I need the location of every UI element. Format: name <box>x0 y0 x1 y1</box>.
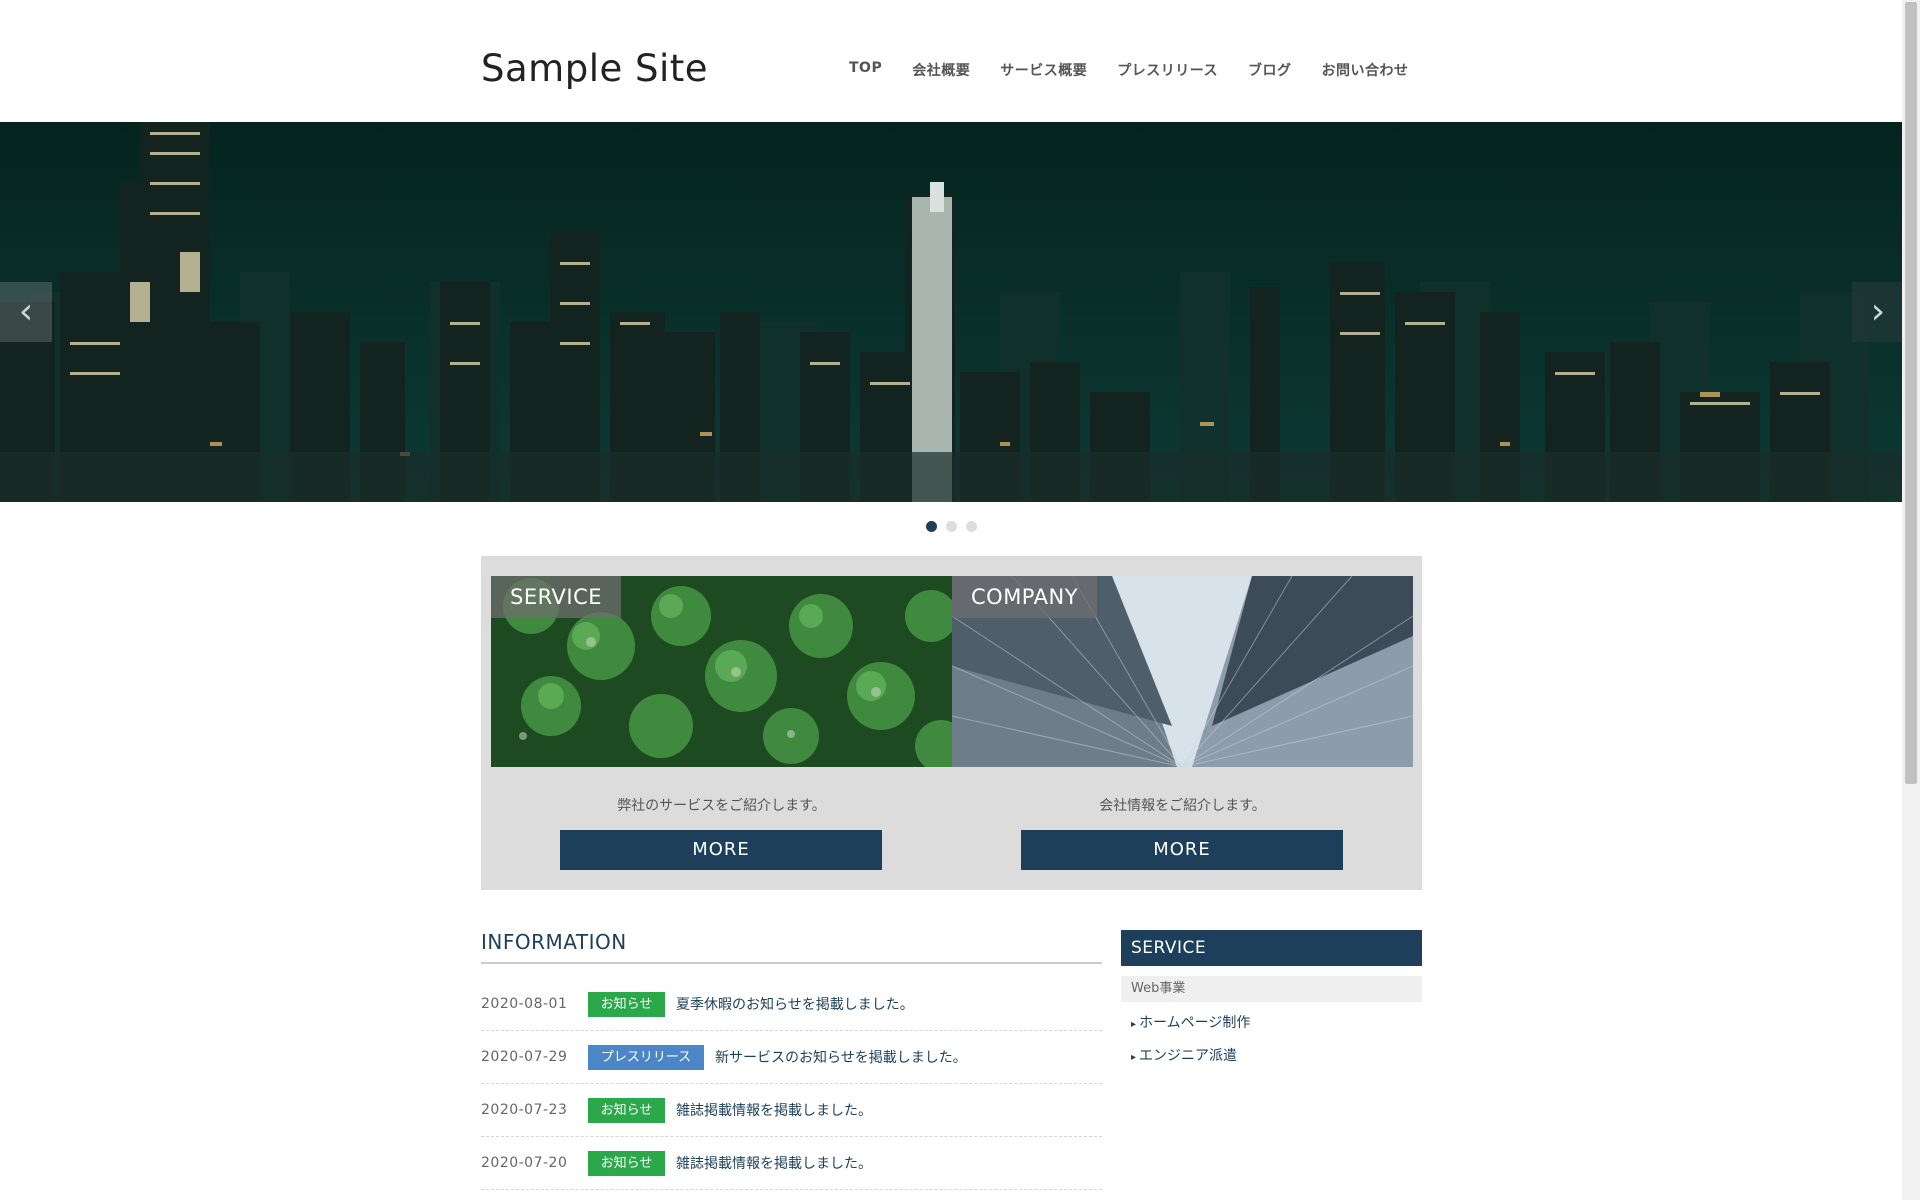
slider-dot-1[interactable] <box>926 521 937 532</box>
slider-next-button[interactable]: › <box>1852 282 1902 342</box>
info-link[interactable]: 雑誌掲載情報を掲載しました。 <box>676 1100 872 1120</box>
list-item: 2020-07-23 お知らせ 雑誌掲載情報を掲載しました。 <box>481 1084 1102 1137</box>
triangle-right-icon: ▸ <box>1131 1052 1137 1063</box>
list-item: 2020-07-20 お知らせ 雑誌掲載情報を掲載しました。 <box>481 1137 1102 1190</box>
sidebar-link-homepage[interactable]: ▸ ホームページ制作 <box>1121 1011 1422 1035</box>
slider-dot-2[interactable] <box>946 521 957 532</box>
nav-item-contact[interactable]: お問い合わせ <box>1322 60 1409 80</box>
nav-item-service[interactable]: サービス概要 <box>1000 60 1087 80</box>
hero-slider: ‹ › <box>0 122 1902 502</box>
nav-item-press[interactable]: プレスリリース <box>1117 60 1218 80</box>
clover-image: SERVICE <box>491 576 952 767</box>
information-list: 2020-08-01 お知らせ 夏季休暇のお知らせを掲載しました。 2020-0… <box>481 978 1102 1190</box>
service-description: 弊社のサービスをご紹介します。 <box>617 798 826 814</box>
company-label: COMPANY <box>952 576 1098 618</box>
chevron-left-icon: ‹ <box>18 291 34 332</box>
category-badge[interactable]: お知らせ <box>588 1150 665 1176</box>
slider-prev-button[interactable]: ‹ <box>0 282 52 342</box>
company-description: 会社情報をご紹介します。 <box>1099 798 1266 814</box>
service-card: SERVICE 弊社のサービスをご紹介します。 MORE <box>491 576 952 870</box>
service-more-button[interactable]: MORE <box>560 830 882 870</box>
sidebar-subheading[interactable]: Web事業 <box>1121 976 1422 1002</box>
sidebar-link-label: ホームページ制作 <box>1139 1015 1251 1031</box>
building-image: COMPANY <box>952 576 1413 767</box>
slider-dot-3[interactable] <box>966 521 977 532</box>
category-badge[interactable]: プレスリリース <box>588 1044 704 1070</box>
chevron-right-icon: › <box>1870 291 1886 332</box>
nav-item-top[interactable]: TOP <box>849 60 882 80</box>
info-date: 2020-07-20 <box>481 1155 568 1171</box>
sidebar-title: SERVICE <box>1121 930 1422 966</box>
triangle-right-icon: ▸ <box>1131 1019 1137 1030</box>
info-date: 2020-08-01 <box>481 996 568 1012</box>
scrollbar-thumb[interactable] <box>1905 2 1917 784</box>
main-nav: TOP 会社概要 サービス概要 プレスリリース ブログ お問い合わせ <box>849 60 1409 80</box>
sidebar: SERVICE Web事業 ▸ ホームページ制作 ▸ エンジニア派遣 <box>1121 930 1422 1068</box>
info-link[interactable]: 新サービスのお知らせを掲載しました。 <box>715 1047 967 1067</box>
category-badge[interactable]: お知らせ <box>588 991 665 1017</box>
slider-dots <box>926 521 977 532</box>
information-section: INFORMATION 2020-08-01 お知らせ 夏季休暇のお知らせを掲載… <box>481 930 1102 1190</box>
city-skyline-image <box>0 122 1902 502</box>
list-item: 2020-07-29 プレスリリース 新サービスのお知らせを掲載しました。 <box>481 1031 1102 1084</box>
nav-item-company[interactable]: 会社概要 <box>912 60 970 80</box>
info-date: 2020-07-29 <box>481 1049 568 1065</box>
site-header: Sample Site TOP 会社概要 サービス概要 プレスリリース ブログ … <box>0 0 1902 122</box>
category-badge[interactable]: お知らせ <box>588 1097 665 1123</box>
nav-item-blog[interactable]: ブログ <box>1248 60 1292 80</box>
features-box: SERVICE 弊社のサービスをご紹介します。 MORE COMPANY 会社情… <box>481 556 1422 890</box>
sidebar-link-label: エンジニア派遣 <box>1139 1048 1238 1064</box>
service-label: SERVICE <box>491 576 622 618</box>
info-date: 2020-07-23 <box>481 1102 568 1118</box>
company-more-button[interactable]: MORE <box>1021 830 1343 870</box>
site-logo[interactable]: Sample Site <box>481 47 708 90</box>
info-link[interactable]: 雑誌掲載情報を掲載しました。 <box>676 1153 872 1173</box>
page-scrollbar[interactable] <box>1902 0 1920 1200</box>
sidebar-link-engineer[interactable]: ▸ エンジニア派遣 <box>1121 1044 1422 1068</box>
list-item: 2020-08-01 お知らせ 夏季休暇のお知らせを掲載しました。 <box>481 978 1102 1031</box>
information-title: INFORMATION <box>481 930 1102 964</box>
info-link[interactable]: 夏季休暇のお知らせを掲載しました。 <box>676 994 914 1014</box>
company-card: COMPANY 会社情報をご紹介します。 MORE <box>952 576 1413 870</box>
